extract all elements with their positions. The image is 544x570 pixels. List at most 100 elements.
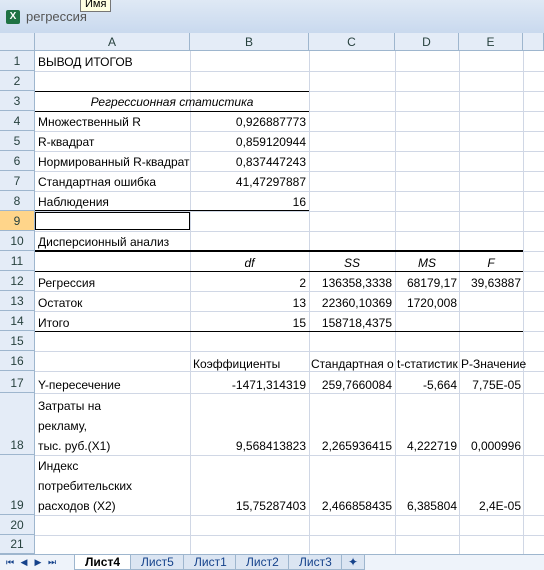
gridline bbox=[459, 51, 460, 554]
column-header-b[interactable]: B bbox=[190, 33, 309, 51]
border-line bbox=[35, 250, 523, 252]
row-header-16[interactable]: 16 bbox=[0, 351, 35, 371]
cell-b19[interactable]: 15,75287403 bbox=[190, 499, 306, 513]
row-header-1[interactable]: 1 bbox=[0, 51, 35, 71]
sheet-tab-bar: ⏮ ◀ ▶ ⏭ Лист4 Лист5 Лист1 Лист2 Лист3 ✦ bbox=[0, 554, 544, 570]
cell-c14[interactable]: 158718,4375 bbox=[309, 316, 392, 330]
cell-a10[interactable]: Дисперсионный анализ bbox=[38, 235, 190, 249]
cell-a18-line3[interactable]: тыс. руб.(X1) bbox=[38, 439, 188, 453]
cell-e17[interactable]: 7,75E-05 bbox=[459, 378, 521, 392]
cell-e11[interactable]: F bbox=[459, 256, 523, 270]
next-sheet-icon[interactable]: ▶ bbox=[32, 557, 44, 568]
cell-e18[interactable]: 0,000996 bbox=[459, 439, 521, 453]
gridline bbox=[35, 231, 544, 232]
border-line bbox=[35, 111, 309, 112]
column-header-d[interactable]: D bbox=[395, 33, 459, 51]
name-tooltip: Имя bbox=[80, 0, 112, 12]
border-line bbox=[35, 210, 309, 211]
sheet-tab-list5[interactable]: Лист5 bbox=[130, 555, 185, 570]
insert-sheet-icon[interactable]: ✦ bbox=[341, 555, 366, 570]
cell-b6[interactable]: 0,837447243 bbox=[190, 155, 306, 169]
last-sheet-icon[interactable]: ⏭ bbox=[46, 557, 58, 568]
select-all-corner[interactable] bbox=[0, 33, 35, 51]
row-header-6[interactable]: 6 bbox=[0, 151, 35, 171]
gridline bbox=[35, 393, 544, 394]
cell-b16[interactable]: Коэффициенты bbox=[193, 357, 308, 371]
cell-d17[interactable]: -5,664 bbox=[395, 378, 457, 392]
prev-sheet-icon[interactable]: ◀ bbox=[18, 557, 30, 568]
cell-b7[interactable]: 41,47297887 bbox=[190, 175, 306, 189]
row-header-11[interactable]: 11 bbox=[0, 251, 35, 271]
cell-a6[interactable]: Нормированный R-квадрат bbox=[38, 155, 190, 169]
row-header-12[interactable]: 12 bbox=[0, 271, 35, 291]
cell-a19-line1[interactable]: Индекс bbox=[38, 459, 188, 473]
cell-a14[interactable]: Итого bbox=[38, 316, 188, 330]
row-header-14[interactable]: 14 bbox=[0, 311, 35, 331]
cell-a4[interactable]: Множественный R bbox=[38, 115, 188, 129]
cell-c17[interactable]: 259,7660084 bbox=[309, 378, 392, 392]
cell-a3[interactable]: Регрессионная статистика bbox=[35, 95, 309, 109]
cell-b5[interactable]: 0,859120944 bbox=[190, 135, 306, 149]
cell-b13[interactable]: 13 bbox=[190, 296, 306, 310]
cell-b11[interactable]: df bbox=[190, 256, 309, 270]
row-header-17[interactable]: 17 bbox=[0, 371, 35, 393]
cell-d19[interactable]: 6,385804 bbox=[395, 499, 457, 513]
row-header-13[interactable]: 13 bbox=[0, 291, 35, 311]
cell-b12[interactable]: 2 bbox=[190, 276, 306, 290]
cell-c19[interactable]: 2,466858435 bbox=[309, 499, 392, 513]
cell-a17[interactable]: Y-пересечение bbox=[38, 378, 188, 392]
cell-a19-line2[interactable]: потребительских bbox=[38, 479, 188, 493]
row-header-10[interactable]: 10 bbox=[0, 231, 35, 251]
column-header-c[interactable]: C bbox=[309, 33, 395, 51]
cell-b14[interactable]: 15 bbox=[190, 316, 306, 330]
cell-a18-line1[interactable]: Затраты на bbox=[38, 399, 188, 413]
cell-d16[interactable]: t-статистика bbox=[397, 357, 458, 371]
cell-a12[interactable]: Регрессия bbox=[38, 276, 188, 290]
cell-e12[interactable]: 39,63887 bbox=[459, 276, 521, 290]
row-header-2[interactable]: 2 bbox=[0, 71, 35, 91]
cell-b18[interactable]: 9,568413823 bbox=[190, 439, 306, 453]
cell-d11[interactable]: MS bbox=[395, 256, 459, 270]
sheet-tab-list1[interactable]: Лист1 bbox=[183, 555, 238, 570]
row-header-18[interactable]: 18 bbox=[0, 393, 35, 455]
row-header-8[interactable]: 8 bbox=[0, 191, 35, 211]
cell-b8[interactable]: 16 bbox=[190, 195, 306, 209]
column-header-a[interactable]: A bbox=[35, 33, 190, 51]
cell-b17[interactable]: -1471,314319 bbox=[190, 378, 306, 392]
cell-c13[interactable]: 22360,10369 bbox=[309, 296, 392, 310]
cell-a7[interactable]: Стандартная ошибка bbox=[38, 175, 188, 189]
border-line bbox=[35, 331, 523, 332]
cell-a8[interactable]: Наблюдения bbox=[38, 195, 188, 209]
cell-c12[interactable]: 136358,3338 bbox=[309, 276, 392, 290]
row-header-19[interactable]: 19 bbox=[0, 455, 35, 515]
row-header-9[interactable]: 9 bbox=[0, 211, 35, 231]
row-header-7[interactable]: 7 bbox=[0, 171, 35, 191]
cell-d18[interactable]: 4,222719 bbox=[395, 439, 457, 453]
column-header-f[interactable] bbox=[523, 33, 544, 51]
cell-c18[interactable]: 2,265936415 bbox=[309, 439, 392, 453]
row-header-5[interactable]: 5 bbox=[0, 131, 35, 151]
column-header-e[interactable]: E bbox=[459, 33, 523, 51]
row-header-4[interactable]: 4 bbox=[0, 111, 35, 131]
cell-b4[interactable]: 0,926887773 bbox=[190, 115, 306, 129]
cell-a18-line2[interactable]: рекламу, bbox=[38, 419, 188, 433]
row-header-20[interactable]: 20 bbox=[0, 515, 35, 535]
active-cell[interactable] bbox=[35, 212, 190, 230]
row-header-21[interactable]: 21 bbox=[0, 535, 35, 554]
cell-d12[interactable]: 68179,17 bbox=[395, 276, 457, 290]
cell-a1[interactable]: ВЫВОД ИТОГОВ bbox=[38, 55, 133, 69]
cell-c16[interactable]: Стандартная ошибка bbox=[311, 357, 394, 371]
sheet-tab-list4[interactable]: Лист4 bbox=[74, 555, 132, 570]
cell-a5[interactable]: R-квадрат bbox=[38, 135, 188, 149]
sheet-tab-list2[interactable]: Лист2 bbox=[235, 555, 290, 570]
first-sheet-icon[interactable]: ⏮ bbox=[4, 557, 16, 568]
cell-d13[interactable]: 1720,008 bbox=[395, 296, 457, 310]
cell-e16[interactable]: P-Значение bbox=[461, 357, 541, 371]
cell-a13[interactable]: Остаток bbox=[38, 296, 188, 310]
cell-e19[interactable]: 2,4E-05 bbox=[459, 499, 521, 513]
row-header-3[interactable]: 3 bbox=[0, 91, 35, 111]
row-header-15[interactable]: 15 bbox=[0, 331, 35, 351]
cell-a19-line3[interactable]: расходов (X2) bbox=[38, 499, 188, 513]
sheet-tab-list3[interactable]: Лист3 bbox=[288, 555, 343, 570]
cell-c11[interactable]: SS bbox=[309, 256, 395, 270]
